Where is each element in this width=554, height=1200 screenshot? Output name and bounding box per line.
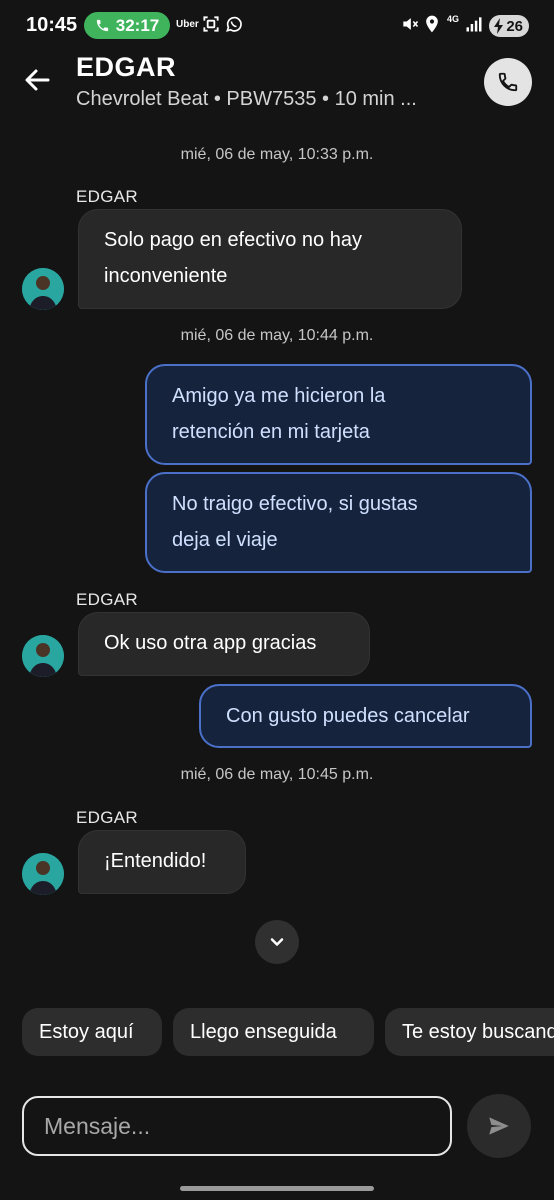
uber-notification-label: Uber <box>176 19 199 30</box>
sender-name: EDGAR <box>76 808 138 827</box>
location-icon <box>426 15 438 33</box>
message-line: Ok uso otra app gracias <box>104 632 317 654</box>
whatsapp-icon <box>226 16 242 32</box>
message-input[interactable] <box>22 1096 452 1156</box>
message-line: ¡Entendido! <box>104 850 207 872</box>
scan-icon <box>203 16 219 32</box>
outgoing-message[interactable]: Con gusto puedes cancelar <box>199 684 532 748</box>
message-line: Solo pago en efectivo no hay <box>104 229 362 251</box>
quick-reply-chip[interactable]: Llego enseguida <box>173 1008 374 1056</box>
timestamp: mié, 06 de may, 10:33 p.m. <box>180 146 374 163</box>
battery-level: 26 <box>506 17 523 35</box>
incoming-message[interactable]: Solo pago en efectivo no hay inconvenien… <box>78 209 462 309</box>
signal-icon <box>466 17 482 32</box>
call-button[interactable] <box>484 58 532 106</box>
status-time: 10:45 <box>26 14 78 36</box>
message-line: No traigo efectivo, si gustas <box>172 493 418 515</box>
outgoing-message[interactable]: No traigo efectivo, si gustas deja el vi… <box>145 472 532 573</box>
quick-reply-chip[interactable]: Estoy aquí <box>22 1008 162 1056</box>
message-line: deja el viaje <box>172 529 278 551</box>
network-type-label: 4G <box>447 14 460 24</box>
driver-avatar <box>22 268 64 310</box>
sender-name: EDGAR <box>76 590 138 609</box>
status-bar: 10:45 32:17 Uber 4G 26 <box>0 0 554 50</box>
timestamp: mié, 06 de may, 10:44 p.m. <box>180 327 374 344</box>
trip-details: Chevrolet Beat • PBW7535 • 10 min ... <box>76 88 417 110</box>
scroll-to-bottom-button[interactable] <box>255 920 299 964</box>
avatar[interactable] <box>22 853 64 895</box>
ongoing-call-pill[interactable]: 32:17 <box>84 12 170 39</box>
incoming-message[interactable]: Ok uso otra app gracias <box>78 612 370 676</box>
quick-reply-chip[interactable]: Te estoy buscando <box>385 1008 554 1056</box>
phone-icon <box>96 19 108 32</box>
sender-name: EDGAR <box>76 187 138 206</box>
message-line: Con gusto puedes cancelar <box>226 705 470 727</box>
driver-avatar <box>22 635 64 677</box>
phone-icon <box>498 72 518 92</box>
message-line: retención en mi tarjeta <box>172 421 370 443</box>
outgoing-message[interactable]: Amigo ya me hicieron la retención en mi … <box>145 364 532 465</box>
message-line: inconveniente <box>104 265 228 287</box>
mute-icon <box>403 18 419 30</box>
back-button[interactable] <box>22 64 54 96</box>
timestamp: mié, 06 de may, 10:45 p.m. <box>180 766 374 783</box>
avatar[interactable] <box>22 268 64 310</box>
send-icon <box>489 1117 509 1135</box>
battery-indicator: 26 <box>489 15 529 37</box>
charging-icon <box>494 18 503 34</box>
avatar[interactable] <box>22 635 64 677</box>
call-duration: 32:17 <box>115 15 160 35</box>
back-arrow-icon <box>25 69 50 91</box>
send-button[interactable] <box>467 1094 531 1158</box>
home-indicator <box>180 1186 374 1191</box>
contact-name: EDGAR <box>76 52 177 82</box>
incoming-message[interactable]: ¡Entendido! <box>78 830 246 894</box>
chevron-down-icon <box>270 938 284 946</box>
driver-avatar <box>22 853 64 895</box>
message-line: Amigo ya me hicieron la <box>172 385 386 407</box>
